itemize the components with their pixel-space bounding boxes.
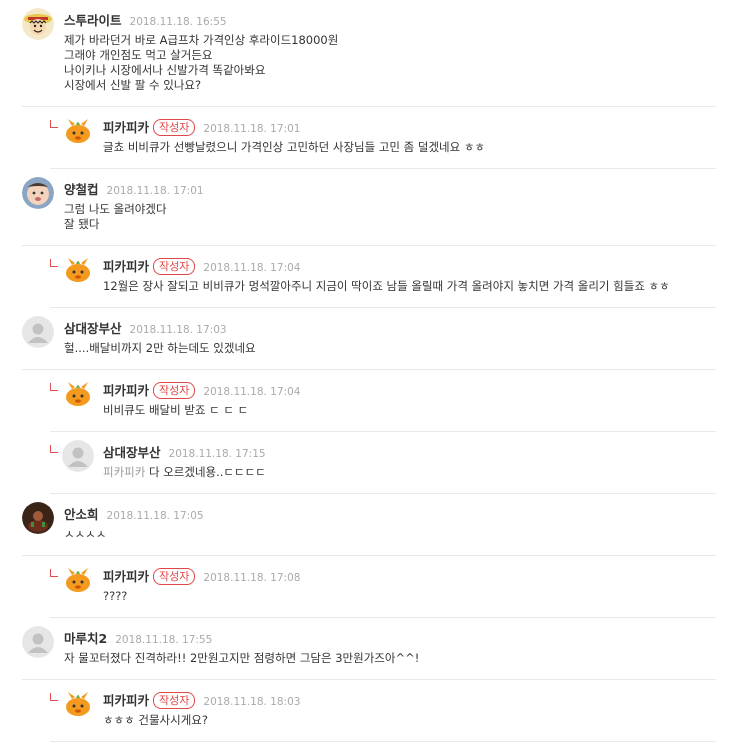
comment-text: 자 물꼬터졌다 진격하라!! 2만원고지만 점령하면 그담은 3만원가즈아^^!	[64, 651, 420, 665]
author-badge: 작성자	[153, 119, 196, 136]
comment-text-body: 다 오르겠네용..ㄷㄷㄷㄷ	[148, 465, 266, 479]
comment-text: 비비큐도 배달비 받죠 ㄷ ㄷ ㄷ	[103, 403, 249, 417]
reply-arrow-icon	[50, 259, 58, 267]
comment-time: 2018.11.18. 17:01	[203, 123, 301, 135]
comment-text: ㅎㅎㅎ 건물사시게요?	[103, 713, 208, 727]
comment-time: 2018.11.18. 17:03	[129, 324, 227, 336]
comment-author[interactable]: 삼대장부산	[103, 445, 161, 460]
comment-author[interactable]: 양철컵	[64, 182, 99, 197]
comment-author[interactable]: 안소희	[64, 507, 99, 522]
reply-item: 삼대장부산 2018.11.18. 17:15 피카피카 다 오르겠네용..ㄷㄷㄷ…	[50, 432, 716, 494]
default-user-icon[interactable]	[62, 440, 94, 472]
comment-item: 마루치2 2018.11.18. 17:55 자 물꼬터졌다 진격하라!! 2만원…	[22, 618, 716, 680]
default-user-icon[interactable]	[22, 626, 54, 658]
dark-photo-avatar-icon[interactable]	[22, 502, 54, 534]
comment-author[interactable]: 스투라이트	[64, 13, 122, 28]
mention-link[interactable]: 피카피카	[103, 465, 145, 479]
comment-text: 헐....배달비까지 2만 하는데도 있겠네요	[64, 341, 256, 355]
comment-time: 2018.11.18. 17:04	[203, 386, 301, 398]
reply-item: 피카피카 작성자 2018.11.18. 17:04 비비큐도 배달비 받죠 ㄷ ㄷ…	[50, 370, 716, 432]
comment-text: 피카피카 다 오르겠네용..ㄷㄷㄷㄷ	[103, 465, 710, 480]
orange-mascot-icon[interactable]	[62, 115, 94, 147]
orange-mascot-icon[interactable]	[62, 688, 94, 720]
default-user-icon[interactable]	[22, 316, 54, 348]
comment-author[interactable]: 마루치2	[64, 631, 107, 646]
author-badge: 작성자	[153, 692, 196, 709]
comment-thread: 스투라이트 2018.11.18. 16:55 제가 바라던거 바로 A급프차 가…	[0, 0, 742, 742]
comment-time: 2018.11.18. 18:03	[203, 696, 301, 708]
comment-author[interactable]: 피카피카	[103, 693, 149, 708]
baby-photo-avatar-icon[interactable]	[22, 177, 54, 209]
comment-text: 제가 바라던거 바로 A급프차 가격인상 후라이드18000원 그래야 개인점도…	[64, 33, 339, 92]
reply-arrow-icon	[50, 569, 58, 577]
reply-arrow-icon	[50, 445, 58, 453]
comment-text: ㅅㅅㅅㅅ	[64, 527, 107, 541]
comment-author[interactable]: 피카피카	[103, 569, 149, 584]
reply-arrow-icon	[50, 120, 58, 128]
comment-author[interactable]: 피카피카	[103, 259, 149, 274]
comment-time: 2018.11.18. 16:55	[129, 16, 227, 28]
reply-arrow-icon	[50, 693, 58, 701]
comment-author[interactable]: 피카피카	[103, 120, 149, 135]
comment-time: 2018.11.18. 17:08	[203, 572, 301, 584]
comment-time: 2018.11.18. 17:55	[115, 634, 213, 646]
comment-item: 양철컵 2018.11.18. 17:01 그럼 나도 올려야겠다 잘 됐다	[22, 169, 716, 246]
comment-text: 글쵸 비비큐가 선빵날렸으니 가격인상 고민하던 사장님들 고민 좀 덜겠네요 …	[103, 140, 486, 154]
orange-mascot-icon[interactable]	[62, 254, 94, 286]
reply-item: 피카피카 작성자 2018.11.18. 17:01 글쵸 비비큐가 선빵날렸으니 …	[50, 107, 716, 169]
reply-arrow-icon	[50, 383, 58, 391]
comment-time: 2018.11.18. 17:15	[168, 448, 266, 460]
reply-item: 피카피카 작성자 2018.11.18. 17:08 ????	[50, 556, 716, 618]
comment-item: 삼대장부산 2018.11.18. 17:03 헐....배달비까지 2만 하는데…	[22, 308, 716, 370]
author-badge: 작성자	[153, 382, 196, 399]
comment-text: ????	[103, 589, 128, 603]
reply-item: 피카피카 작성자 2018.11.18. 17:04 12월은 장사 잘되고 비비큐…	[50, 246, 716, 308]
comment-time: 2018.11.18. 17:01	[106, 185, 204, 197]
author-badge: 작성자	[153, 568, 196, 585]
orange-mascot-icon[interactable]	[62, 564, 94, 596]
comment-time: 2018.11.18. 17:05	[106, 510, 204, 522]
comment-author[interactable]: 삼대장부산	[64, 321, 122, 336]
comment-item: 안소희 2018.11.18. 17:05 ㅅㅅㅅㅅ	[22, 494, 716, 556]
comment-author[interactable]: 피카피카	[103, 383, 149, 398]
reply-item: 피카피카 작성자 2018.11.18. 18:03 ㅎㅎㅎ 건물사시게요?	[50, 680, 716, 742]
comment-time: 2018.11.18. 17:04	[203, 262, 301, 274]
comment-text: 12월은 장사 잘되고 비비큐가 멍석깔아주니 지금이 딱이죠 남들 올릴때 가…	[103, 279, 670, 293]
comment-text: 그럼 나도 올려야겠다 잘 됐다	[64, 202, 167, 231]
luffy-avatar-icon[interactable]	[22, 8, 54, 40]
author-badge: 작성자	[153, 258, 196, 275]
orange-mascot-icon[interactable]	[62, 378, 94, 410]
comment-item: 스투라이트 2018.11.18. 16:55 제가 바라던거 바로 A급프차 가…	[22, 0, 716, 107]
